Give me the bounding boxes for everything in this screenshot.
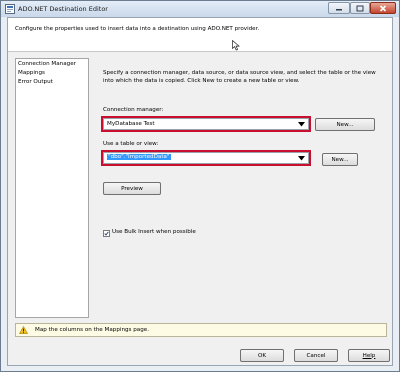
chevron-down-icon[interactable] xyxy=(296,154,307,162)
bulk-insert-checkbox[interactable] xyxy=(103,230,110,237)
minimize-icon xyxy=(336,9,342,11)
bulk-insert-label[interactable]: Use Bulk Insert when possible xyxy=(112,229,196,235)
new-table-label: New... xyxy=(331,156,349,163)
maximize-button[interactable] xyxy=(350,2,370,14)
chevron-down-icon[interactable] xyxy=(296,120,307,128)
close-icon xyxy=(379,4,387,12)
page-nav-list: Connection Manager Mappings Error Output xyxy=(15,58,89,318)
window-title: ADO.NET Destination Editor xyxy=(18,5,108,13)
message-text: Map the columns on the Mappings page. xyxy=(35,327,149,333)
dialog-description: Configure the properties used to insert … xyxy=(15,26,260,32)
connection-manager-label: Connection manager: xyxy=(103,107,164,113)
nav-item-connection-manager[interactable]: Connection Manager xyxy=(18,61,76,67)
checkmark-icon xyxy=(104,231,109,236)
warning-icon xyxy=(19,326,28,334)
preview-label: Preview xyxy=(121,185,143,192)
nav-item-mappings[interactable]: Mappings xyxy=(18,70,45,76)
cancel-button[interactable]: Cancel xyxy=(294,349,338,362)
intro-text: Specify a connection manager, data sourc… xyxy=(103,70,376,84)
dialog-client: Configure the properties used to insert … xyxy=(7,17,393,366)
nav-item-error-output[interactable]: Error Output xyxy=(18,79,53,85)
minimize-button[interactable] xyxy=(328,2,350,14)
new-connection-button[interactable]: New... xyxy=(315,118,375,131)
ok-button[interactable]: OK xyxy=(240,349,284,362)
table-view-value: "dbo"."ImportedData" xyxy=(107,154,171,160)
maximize-icon xyxy=(356,5,364,11)
table-view-combo[interactable]: "dbo"."ImportedData" xyxy=(103,152,309,164)
connection-manager-value: MyDatabase Test xyxy=(107,121,155,127)
message-bar: Map the columns on the Mappings page. xyxy=(15,323,387,337)
cancel-label: Cancel xyxy=(306,352,326,359)
close-button[interactable] xyxy=(370,2,396,14)
title-bar: ADO.NET Destination Editor xyxy=(1,1,399,17)
table-view-label: Use a table or view: xyxy=(103,141,159,147)
help-button[interactable]: Help xyxy=(348,349,390,362)
app-icon xyxy=(5,4,15,14)
dialog-window: ADO.NET Destination Editor Configure the… xyxy=(0,0,400,372)
new-connection-label: New... xyxy=(336,121,354,128)
connection-manager-combo[interactable]: MyDatabase Test xyxy=(103,118,309,130)
ok-label: OK xyxy=(257,352,267,359)
new-table-button[interactable]: New... xyxy=(322,153,358,166)
preview-button[interactable]: Preview xyxy=(103,182,161,195)
header-pane: Configure the properties used to insert … xyxy=(8,18,392,52)
help-label: Help xyxy=(362,352,376,359)
mouse-pointer-icon xyxy=(232,40,240,51)
